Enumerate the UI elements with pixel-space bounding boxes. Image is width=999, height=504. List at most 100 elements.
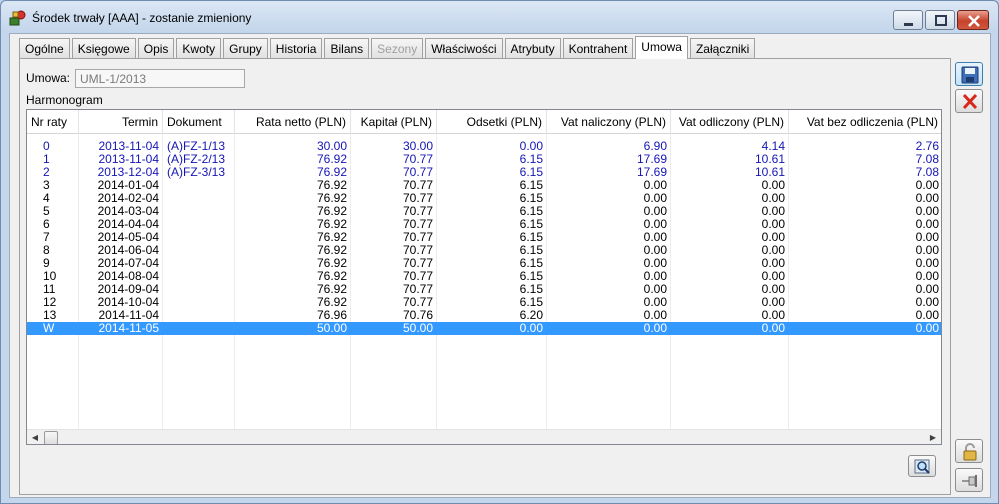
tab-opis[interactable]: Opis [137, 38, 175, 58]
tab-księgowe[interactable]: Księgowe [71, 38, 136, 58]
cell-kapital: 70.77 [402, 231, 433, 244]
cell-vat_bez: 0.00 [915, 244, 939, 257]
table-row[interactable]: 8 2014-06-04 76.92 70.77 6.15 0.00 0.00 0.00 [27, 244, 941, 257]
table-row[interactable]: 4 2014-02-04 76.92 70.77 6.15 0.00 0.00 0.00 [27, 192, 941, 205]
cell-nr: 1 [43, 153, 50, 166]
umowa-field[interactable] [75, 69, 245, 88]
cell-nr: W [43, 322, 55, 335]
cell-dokument [163, 244, 235, 257]
column-header-nr[interactable]: Nr raty [27, 110, 79, 134]
cell-vat_nal: 0.00 [643, 309, 667, 322]
table-row[interactable]: 1 2013-11-04 (A)FZ-2/13 76.92 70.77 6.15 17.69… [27, 153, 941, 166]
table-row[interactable]: 10 2014-08-04 76.92 70.77 6.15 0.00 0.00 0.00 [27, 270, 941, 283]
cell-vat_bez: 0.00 [915, 296, 939, 309]
cell-kapital: 50.00 [402, 322, 433, 335]
cell-dokument [163, 322, 235, 335]
cell-odsetki: 6.15 [519, 257, 543, 270]
cell-rata: 76.92 [316, 283, 347, 296]
table-row[interactable]: 11 2014-09-04 76.92 70.77 6.15 0.00 0.00 0.00 [27, 283, 941, 296]
pin-button[interactable] [955, 468, 983, 492]
table-row[interactable]: 3 2014-01-04 76.92 70.77 6.15 0.00 0.00 0.00 [27, 179, 941, 192]
tab-kwoty[interactable]: Kwoty [176, 38, 222, 58]
main-window: Środek trwały [AAA] - zostanie zmieniony… [0, 0, 999, 504]
scroll-right-arrow-icon[interactable]: ▶ [925, 430, 941, 444]
preview-button[interactable] [908, 455, 936, 477]
cell-vat_bez: 0.00 [915, 283, 939, 296]
cell-vat_nal: 0.00 [643, 179, 667, 192]
column-header-termin[interactable]: Termin [79, 110, 163, 134]
cancel-button[interactable] [955, 89, 983, 113]
cell-kapital: 30.00 [402, 140, 433, 153]
cell-rata: 76.92 [316, 296, 347, 309]
cell-rata: 50.00 [316, 322, 347, 335]
cell-termin: 2014-07-04 [97, 257, 159, 270]
table-row[interactable]: 12 2014-10-04 76.92 70.77 6.15 0.00 0.00 0.00 [27, 296, 941, 309]
maximize-icon [935, 15, 947, 26]
cell-rata: 76.92 [316, 231, 347, 244]
cell-vat_odl: 0.00 [761, 192, 785, 205]
table-row[interactable]: 7 2014-05-04 76.92 70.77 6.15 0.00 0.00 0.00 [27, 231, 941, 244]
cell-dokument [163, 270, 235, 283]
cell-vat_bez: 0.00 [915, 257, 939, 270]
column-header-dokument[interactable]: Dokument [163, 110, 235, 134]
client-area: Ogólne Księgowe Opis Kwoty Grupy Historia Bila… [9, 33, 991, 498]
cell-nr: 8 [43, 244, 50, 257]
minimize-button[interactable] [893, 10, 923, 30]
maximize-button[interactable] [925, 10, 955, 30]
column-header-kapital[interactable]: Kapitał (PLN) [351, 110, 437, 134]
cell-odsetki: 6.15 [519, 205, 543, 218]
cell-termin: 2013-11-04 [98, 140, 160, 153]
cell-vat_nal: 0.00 [643, 322, 667, 335]
cell-kapital: 70.77 [402, 270, 433, 283]
tab-atrybuty[interactable]: Atrybuty [504, 38, 561, 58]
tab-bilans[interactable]: Bilans [324, 38, 370, 58]
magnifier-icon [914, 459, 930, 474]
cell-odsetki: 6.20 [519, 309, 543, 322]
tab-kontrahent[interactable]: Kontrahent [562, 38, 634, 58]
table-row[interactable]: 0 2013-11-04 (A)FZ-1/13 30.00 30.00 0.00 6.90 4… [27, 140, 941, 153]
table-row[interactable]: 6 2014-04-04 76.92 70.77 6.15 0.00 0.00 0.00 [27, 218, 941, 231]
cell-vat_bez: 0.00 [915, 231, 939, 244]
cell-odsetki: 6.15 [519, 296, 543, 309]
table-row[interactable]: 2 2013-12-04 (A)FZ-3/13 76.92 70.77 6.15 17.69… [27, 166, 941, 179]
title-bar[interactable]: Środek trwały [AAA] - zostanie zmieniony [1, 1, 998, 33]
cell-vat_odl: 0.00 [761, 205, 785, 218]
cell-vat_bez: 0.00 [915, 205, 939, 218]
table-row[interactable]: 9 2014-07-04 76.92 70.77 6.15 0.00 0.00 0.00 [27, 257, 941, 270]
tab-umowa[interactable]: Umowa [635, 36, 688, 59]
fixed-asset-icon [9, 10, 26, 26]
table-row[interactable]: W 2014-11-05 50.00 50.00 0.00 0.00 0.00 0.00 [27, 322, 941, 335]
tab-właściwości[interactable]: Właściwości [425, 38, 503, 58]
cell-vat_odl: 0.00 [761, 179, 785, 192]
schedule-grid[interactable]: Nr raty Termin Dokument Rata netto (PLN) Kap… [26, 109, 942, 445]
scroll-left-arrow-icon[interactable]: ◀ [27, 430, 43, 444]
close-window-button[interactable] [957, 10, 989, 30]
horizontal-scrollbar[interactable]: ◀ ▶ [27, 429, 941, 444]
cell-nr: 3 [43, 179, 50, 192]
save-button[interactable] [955, 62, 983, 86]
cell-nr: 13 [43, 309, 57, 322]
cell-vat_odl: 0.00 [761, 218, 785, 231]
column-header-rata[interactable]: Rata netto (PLN) [235, 110, 351, 134]
cell-dokument [163, 179, 235, 192]
tab-ogólne[interactable]: Ogólne [19, 38, 70, 58]
cell-odsetki: 0.00 [519, 140, 543, 153]
scroll-thumb[interactable] [44, 431, 58, 444]
cell-dokument: (A)FZ-3/13 [167, 166, 226, 179]
cell-odsetki: 6.15 [519, 218, 543, 231]
table-row[interactable]: 5 2014-03-04 76.92 70.77 6.15 0.00 0.00 0.00 [27, 205, 941, 218]
cell-dokument [163, 231, 235, 244]
tab-historia[interactable]: Historia [269, 38, 323, 58]
table-row[interactable]: 13 2014-11-04 76.96 70.76 6.20 0.00 0.00 0.00 [27, 309, 941, 322]
tab-załączniki[interactable]: Załączniki [689, 38, 756, 58]
lock-button[interactable] [955, 439, 983, 463]
tab-sezony: Sezony [371, 38, 424, 58]
cell-nr: 7 [43, 231, 50, 244]
column-header-vat_odl[interactable]: Vat odliczony (PLN) [671, 110, 789, 134]
column-header-odsetki[interactable]: Odsetki (PLN) [437, 110, 547, 134]
column-header-vat_bez[interactable]: Vat bez odliczenia (PLN) [789, 110, 941, 134]
umowa-label: Umowa: [26, 71, 71, 85]
column-header-vat_nal[interactable]: Vat naliczony (PLN) [547, 110, 671, 134]
tab-grupy[interactable]: Grupy [223, 38, 268, 58]
cell-vat_bez: 0.00 [915, 192, 939, 205]
